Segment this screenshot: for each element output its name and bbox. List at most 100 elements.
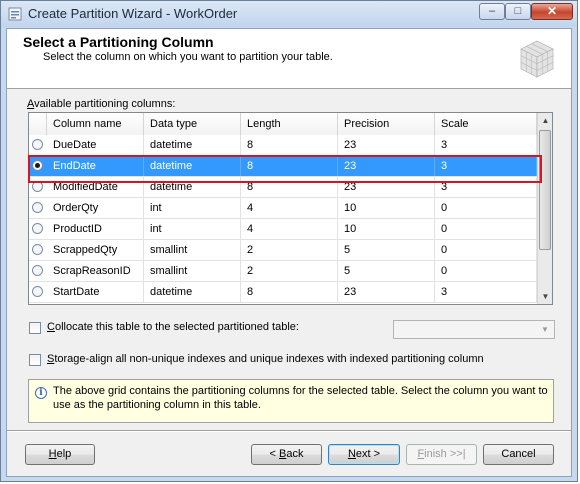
storage-align-checkbox[interactable] xyxy=(29,354,41,366)
cell-length: 8 xyxy=(241,156,338,176)
row-radio-button[interactable] xyxy=(32,265,43,276)
table-row[interactable]: ProductID int 4 10 0 xyxy=(29,219,537,240)
storage-align-label[interactable]: Storage-align all non-unique indexes and… xyxy=(47,353,484,365)
column-header-scale[interactable]: Scale xyxy=(435,113,537,135)
wizard-window: Create Partition Wizard - WorkOrder ‒ □ … xyxy=(0,0,578,482)
title-bar[interactable]: Create Partition Wizard - WorkOrder ‒ □ … xyxy=(1,1,577,27)
cancel-button[interactable]: Cancel xyxy=(483,444,554,465)
cell-length: 2 xyxy=(241,261,338,281)
row-radio-cell[interactable] xyxy=(29,135,47,155)
cell-length: 2 xyxy=(241,240,338,260)
row-radio-cell[interactable] xyxy=(29,198,47,218)
row-radio-cell[interactable] xyxy=(29,282,47,302)
grid-label-text: vailable partitioning columns: xyxy=(34,98,176,110)
page-subtitle: Select the column on which you want to p… xyxy=(43,51,333,63)
cell-length: 8 xyxy=(241,135,338,155)
row-radio-cell[interactable] xyxy=(29,177,47,197)
cell-length: 4 xyxy=(241,198,338,218)
cell-length: 4 xyxy=(241,219,338,239)
cell-column-name: DueDate xyxy=(47,135,144,155)
row-radio-cell[interactable] xyxy=(29,261,47,281)
close-button[interactable]: ✕ xyxy=(531,3,573,20)
row-radio-cell[interactable] xyxy=(29,240,47,260)
row-radio-button[interactable] xyxy=(32,181,43,192)
grid-label: Available partitioning columns: xyxy=(27,98,175,110)
cell-precision: 23 xyxy=(338,156,435,176)
table-row[interactable]: EndDate datetime 8 23 3 xyxy=(29,156,537,177)
table-row[interactable]: ScrappedQty smallint 2 5 0 xyxy=(29,240,537,261)
grid-header: Column name Data type Length Precision S… xyxy=(29,113,537,136)
cell-data-type: datetime xyxy=(144,282,241,302)
scroll-down-arrow-icon[interactable]: ▼ xyxy=(538,289,552,304)
row-radio-button[interactable] xyxy=(32,244,43,255)
help-button[interactable]: Help xyxy=(25,444,95,465)
collocate-checkbox[interactable] xyxy=(29,322,41,334)
scroll-up-arrow-icon[interactable]: ▲ xyxy=(538,113,552,128)
info-text: The above grid contains the partitioning… xyxy=(53,385,548,411)
cell-precision: 23 xyxy=(338,135,435,155)
cell-precision: 23 xyxy=(338,282,435,302)
grid-vertical-scrollbar[interactable]: ▲ ▼ xyxy=(537,113,552,304)
row-radio-button[interactable] xyxy=(32,202,43,213)
cell-scale: 3 xyxy=(435,135,537,155)
next-button[interactable]: Next > xyxy=(328,444,400,465)
cell-length: 8 xyxy=(241,282,338,302)
cell-precision: 5 xyxy=(338,240,435,260)
collocate-label[interactable]: Collocate this table to the selected par… xyxy=(47,321,299,333)
cell-column-name: StartDate xyxy=(47,282,144,302)
cell-scale: 0 xyxy=(435,240,537,260)
cell-column-name: ProductID xyxy=(47,219,144,239)
cell-scale: 3 xyxy=(435,282,537,302)
cell-column-name: EndDate xyxy=(47,156,144,176)
cell-scale: 0 xyxy=(435,219,537,239)
table-row[interactable]: DueDate datetime 8 23 3 xyxy=(29,135,537,156)
partitioned-table-combo[interactable]: ▼ xyxy=(393,320,555,339)
maximize-button[interactable]: □ xyxy=(505,3,531,20)
wizard-app-icon xyxy=(8,7,22,21)
table-row[interactable]: StartDate datetime 8 23 3 xyxy=(29,282,537,303)
cell-scale: 3 xyxy=(435,156,537,176)
cell-data-type: smallint xyxy=(144,240,241,260)
cell-data-type: int xyxy=(144,219,241,239)
wizard-header: Select a Partitioning Column Select the … xyxy=(7,29,571,89)
cell-data-type: smallint xyxy=(144,261,241,281)
back-button[interactable]: < Back xyxy=(251,444,322,465)
cell-column-name: ScrapReasonID xyxy=(47,261,144,281)
row-radio-cell[interactable] xyxy=(29,156,47,176)
table-row[interactable]: OrderQty int 4 10 0 xyxy=(29,198,537,219)
info-icon: i xyxy=(35,387,47,399)
finish-button[interactable]: Finish >>| xyxy=(406,444,477,465)
table-row[interactable]: ModifiedDate datetime 8 23 3 xyxy=(29,177,537,198)
cell-scale: 0 xyxy=(435,198,537,218)
column-header-name[interactable]: Column name xyxy=(47,113,144,135)
footer-separator xyxy=(7,430,571,432)
cell-column-name: ScrappedQty xyxy=(47,240,144,260)
cell-precision: 5 xyxy=(338,261,435,281)
column-header-length[interactable]: Length xyxy=(241,113,338,135)
column-header-precision[interactable]: Precision xyxy=(338,113,435,135)
chevron-down-icon[interactable]: ▼ xyxy=(538,321,552,338)
close-icon: ✕ xyxy=(546,4,558,18)
cell-scale: 0 xyxy=(435,261,537,281)
row-radio-button[interactable] xyxy=(32,286,43,297)
cell-precision: 10 xyxy=(338,198,435,218)
scrollbar-thumb[interactable] xyxy=(539,130,551,250)
cell-data-type: datetime xyxy=(144,156,241,176)
cell-data-type: datetime xyxy=(144,135,241,155)
column-header-data-type[interactable]: Data type xyxy=(144,113,241,135)
cell-column-name: ModifiedDate xyxy=(47,177,144,197)
table-row[interactable]: ScrapReasonID smallint 2 5 0 xyxy=(29,261,537,282)
cell-precision: 23 xyxy=(338,177,435,197)
cell-precision: 10 xyxy=(338,219,435,239)
window-title: Create Partition Wizard - WorkOrder xyxy=(28,6,238,21)
cell-data-type: datetime xyxy=(144,177,241,197)
partition-cube-icon xyxy=(520,40,554,78)
row-radio-button[interactable] xyxy=(32,223,43,234)
info-panel: i The above grid contains the partitioni… xyxy=(28,379,554,423)
partitioning-columns-grid[interactable]: Column name Data type Length Precision S… xyxy=(28,112,553,305)
cell-length: 8 xyxy=(241,177,338,197)
row-radio-cell[interactable] xyxy=(29,219,47,239)
minimize-button[interactable]: ‒ xyxy=(479,3,505,20)
row-radio-button[interactable] xyxy=(32,139,43,150)
row-radio-button[interactable] xyxy=(32,160,43,171)
